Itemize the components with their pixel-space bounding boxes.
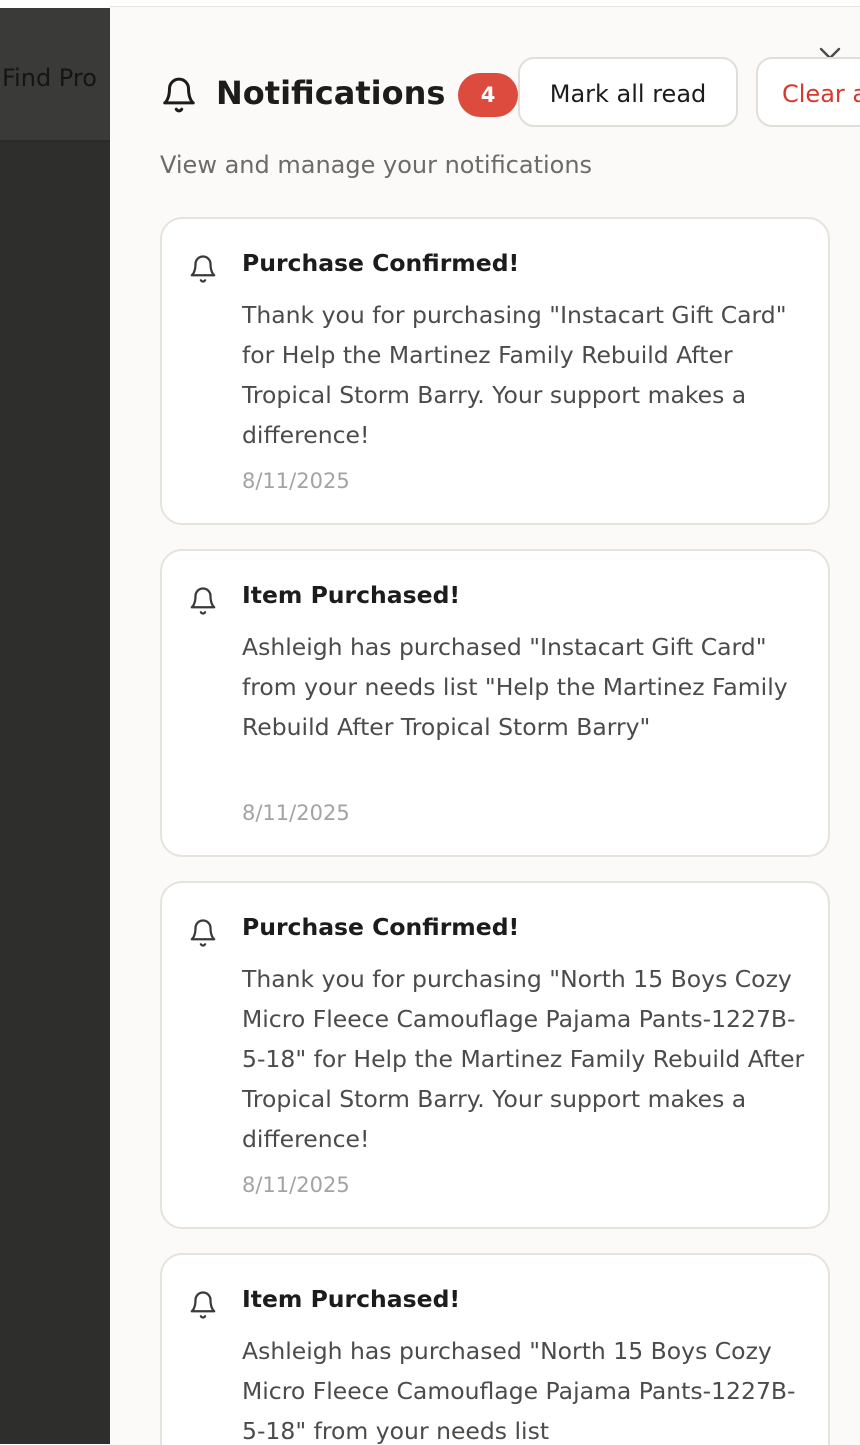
bell-icon: [190, 1291, 216, 1319]
bell-icon: [190, 255, 216, 283]
notification-message: Thank you for purchasing "Instacart Gift…: [242, 301, 787, 449]
notification-date: 8/11/2025: [242, 1173, 350, 1197]
background-header: Find Pro: [0, 8, 110, 142]
notification-date: 8/11/2025: [242, 469, 350, 493]
notification-card[interactable]: Purchase Confirmed! Thank you for purcha…: [160, 881, 830, 1229]
notification-card[interactable]: Purchase Confirmed! Thank you for purcha…: [160, 217, 830, 525]
panel-header: Notifications 4 Mark all read Clear all: [160, 57, 860, 129]
notification-title: Purchase Confirmed!: [242, 913, 520, 941]
notification-date: 8/11/2025: [242, 801, 350, 825]
notification-message: Thank you for purchasing "North 15 Boys …: [242, 965, 805, 1153]
bell-icon: [163, 77, 195, 113]
bell-icon: [190, 919, 216, 947]
notification-title: Item Purchased!: [242, 1285, 461, 1313]
mark-all-read-button[interactable]: Mark all read: [518, 57, 738, 127]
notification-title: Item Purchased!: [242, 581, 461, 609]
unread-count-badge: 4: [458, 73, 518, 117]
page-title: Notifications: [216, 74, 446, 112]
panel-subtitle: View and manage your notifications: [160, 151, 593, 179]
bell-icon: [190, 587, 216, 615]
notification-card[interactable]: Item Purchased! Ashleigh has purchased "…: [160, 1253, 830, 1445]
notification-message: Ashleigh has purchased "Instacart Gift C…: [242, 633, 788, 741]
clear-all-button[interactable]: Clear all: [756, 57, 860, 127]
notification-card[interactable]: Item Purchased! Ashleigh has purchased "…: [160, 549, 830, 857]
notification-title: Purchase Confirmed!: [242, 249, 520, 277]
notification-message: Ashleigh has purchased "North 15 Boys Co…: [242, 1337, 796, 1445]
notifications-panel: Notifications 4 Mark all read Clear all …: [110, 6, 860, 1445]
background-nav-text: Find Pro: [2, 64, 97, 92]
